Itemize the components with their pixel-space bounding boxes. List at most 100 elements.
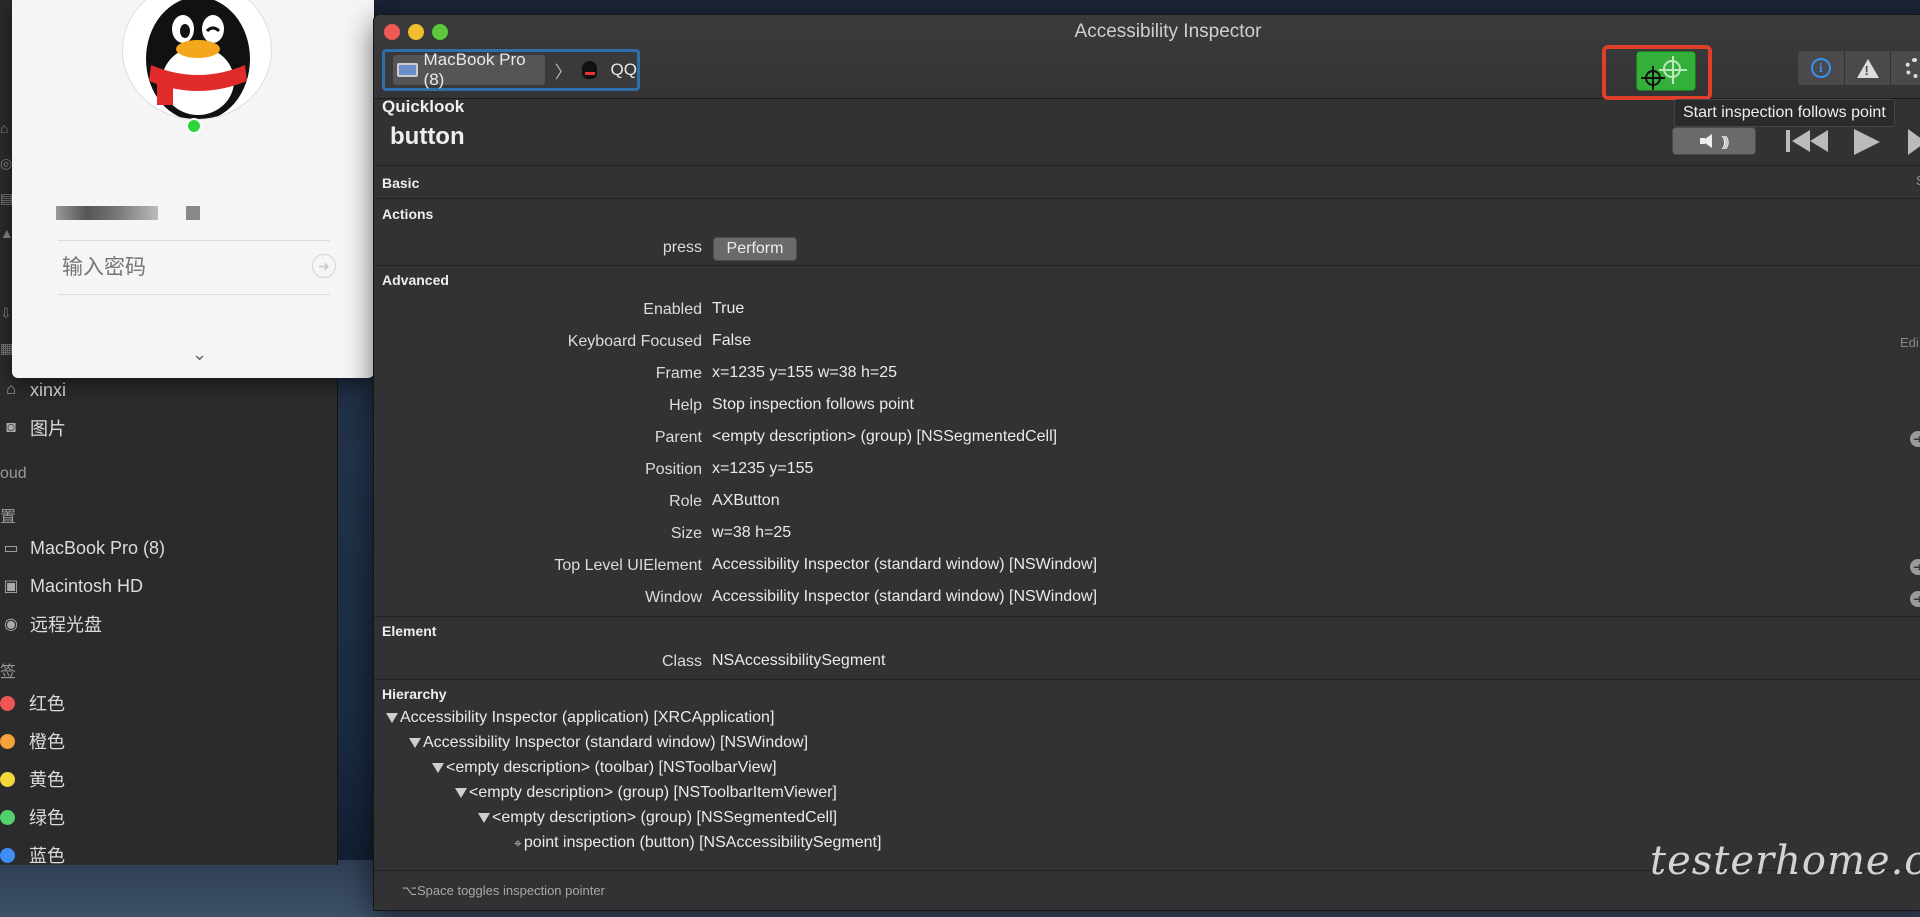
goto-window-arrow-icon[interactable]: ➜ [1910,591,1920,607]
window-titlebar: Accessibility Inspector MacBook Pro (8) … [374,15,1920,100]
prop-value-role: AXButton [712,492,780,509]
sidebar-tag-green[interactable]: 绿色 [0,802,65,832]
sidebar-tag-yellow[interactable]: 黄色 [0,764,65,794]
qq-login-window: ➜ ⌄ [12,0,374,378]
prop-key-window: Window [645,589,702,606]
prop-value-top-level-uielement: Accessibility Inspector (standard window… [712,556,1098,573]
tree-item[interactable]: Accessibility Inspector (application) [X… [386,709,774,727]
perform-button[interactable]: Perform [713,237,797,261]
inspection-tab[interactable]: i [1798,51,1845,85]
prop-key-keyboard-focused: Keyboard Focused [567,333,702,350]
sidebar-tag-red[interactable]: 红色 [0,688,65,718]
prop-key-position: Position [645,461,702,478]
sidebar-item-label: 远程光盘 [30,615,102,635]
prop-value-parent: <empty description> (group) [NSSegmented… [712,428,1058,445]
tree-item-label: point inspection (button) [NSAccessibili… [523,834,882,851]
previous-button[interactable] [1786,129,1828,153]
action-name: press [662,239,702,256]
tree-item-label: <empty description> (group) [NSToolbarIt… [469,784,837,801]
next-button[interactable] [1908,129,1920,155]
sidebar-item-xinxi[interactable]: ⌂ xinxi [0,375,66,405]
breadcrumb-separator: 〉 [554,62,572,82]
sidebar-item-macbook[interactable]: ▭ MacBook Pro (8) [0,533,165,563]
tag-color-dot-icon [0,809,15,825]
sidebar-heading-tags: 签 [0,664,17,681]
inspector-mode-segments[interactable]: i [1798,51,1920,85]
target-chooser[interactable]: MacBook Pro (8) 〉 QQ [382,49,640,91]
prop-key-frame: Frame [655,365,702,382]
account-field-blurred[interactable] [56,204,336,222]
disclosure-triangle-icon[interactable] [478,813,490,823]
online-status-dot [186,118,202,134]
password-input[interactable] [62,252,302,282]
section-element[interactable]: Element [382,623,436,639]
warning-icon [1856,58,1879,78]
target-device-segment[interactable]: MacBook Pro (8) [393,50,545,89]
sidebar-item-label: 黄色 [29,770,65,790]
rewind-icon [1792,130,1810,152]
target-app-label: QQ [610,60,637,79]
prop-value-help: Stop inspection follows point [712,396,914,413]
section-divider [374,265,1920,266]
disk-icon: ▣ [3,578,19,595]
prop-key-parent: Parent [654,429,702,446]
goto-top-level-arrow-icon[interactable]: ➜ [1910,559,1920,575]
play-button[interactable] [1854,129,1880,155]
speaker-icon [1699,134,1712,148]
sidebar-item-pictures[interactable]: ◙ 图片 [0,413,66,443]
sidebar-tag-orange[interactable]: 橙色 [0,726,65,756]
disclosure-triangle-icon[interactable] [455,788,467,798]
prop-value-class: NSAccessibilitySegment [712,652,886,669]
prop-value-enabled: True [712,300,745,317]
sidebar-item-label: Macintosh HD [30,575,144,596]
tree-item[interactable]: <empty description> (group) [NSToolbarIt… [455,784,837,802]
goto-parent-arrow-icon[interactable]: ➜ [1910,431,1920,447]
camera-icon: ◙ [6,419,16,436]
tree-item[interactable]: Accessibility Inspector (standard window… [409,734,808,752]
password-underline [58,294,330,295]
rewind-icon [1810,130,1828,152]
chevron-down-icon[interactable]: ⌄ [192,344,216,364]
settings-tab[interactable] [1891,51,1920,85]
sidebar-item-remote-disc[interactable]: ◉ 远程光盘 [0,609,102,639]
prop-value-position: x=1235 y=155 [712,460,814,477]
sidebar-item-label: 橙色 [29,732,65,752]
audit-tab[interactable] [1845,51,1892,85]
login-arrow-icon[interactable]: ➜ [312,254,336,278]
prop-value-frame: x=1235 y=155 w=38 h=25 [712,364,898,381]
tag-color-dot-icon [0,771,15,787]
tree-item[interactable]: <empty description> (group) [NSSegmented… [478,809,837,827]
disclosure-triangle-icon[interactable] [409,738,421,748]
section-hierarchy[interactable]: Hierarchy [382,686,447,702]
section-divider [374,679,1920,680]
section-actions[interactable]: Actions [382,206,433,222]
section-advanced[interactable]: Advanced [382,272,449,288]
disclosure-triangle-icon[interactable] [432,763,444,773]
quicklook-heading: Quicklook [382,97,465,116]
watermark: testerhome.com [1650,838,1920,884]
sidebar-item-macintosh-hd[interactable]: ▣ Macintosh HD [0,571,143,601]
prop-key-help: Help [669,397,702,414]
avatar[interactable] [122,0,272,120]
tree-item[interactable]: <empty description> (toolbar) [NSToolbar… [432,759,777,777]
sidebar-tag-blue[interactable]: 蓝色 [0,840,65,870]
speak-button[interactable]: ))) [1672,127,1756,155]
sidebar-item-label: 绿色 [29,808,65,828]
section-basic[interactable]: Basic [382,175,419,191]
window-title: Accessibility Inspector [1074,21,1262,42]
tooltip: Start inspection follows point [1674,99,1895,127]
home-icon: ⌂ [6,381,16,398]
tree-item-label: Accessibility Inspector (application) [X… [400,709,775,726]
inspection-pointer-button[interactable] [1636,51,1696,91]
rewind-bar-icon [1786,130,1790,152]
edit-label[interactable]: Edi [1900,335,1919,350]
sidebar-item-label: MacBook Pro (8) [30,537,166,558]
cursor-crosshair-icon [1641,66,1665,90]
prop-key-role: Role [669,493,702,510]
quicklook-value: button [390,123,465,150]
disclosure-triangle-icon[interactable] [386,713,398,723]
sidebar-item-label: xinxi [30,379,67,400]
disc-icon: ◉ [4,616,18,633]
tree-item-selected[interactable]: ⌖ point inspection (button) [NSAccessibi… [514,834,881,852]
laptop-icon [397,63,418,77]
